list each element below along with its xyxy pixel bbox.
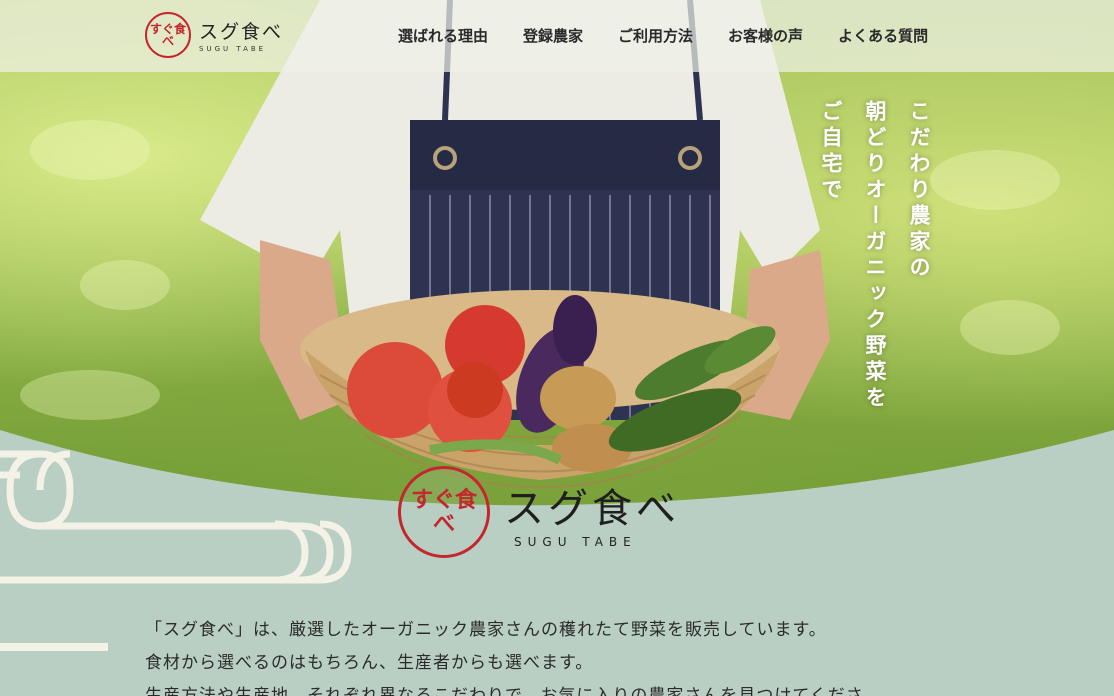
logo-seal-icon: すぐ食べ [145, 12, 191, 58]
tagline-line-2: 朝どりオーガニック野菜を [863, 100, 887, 412]
decorative-line [0, 643, 108, 651]
brand-name: スグ食べ [504, 486, 680, 532]
brand-sub: SUGU TABE [514, 535, 637, 549]
brand-seal-icon: すぐ食べ [398, 466, 490, 558]
header-logo[interactable]: すぐ食べ スグ食べ SUGU TABE [145, 12, 283, 58]
nav-faq[interactable]: よくある質問 [838, 25, 928, 46]
intro-text: 「スグ食べ」は、厳選したオーガニック農家さんの穫れたて野菜を販売しています。 食… [145, 614, 965, 696]
intro-line-3: 生産方法や生産地、それぞれ異なるこだわりで、お気に入りの農家さんを見つけてくださ [145, 686, 864, 696]
tagline-line-1: こだわり農家の [907, 100, 931, 282]
brand-logo: すぐ食べ スグ食べ SUGU TABE [398, 466, 680, 558]
tagline-line-3: ご自宅で [819, 100, 843, 204]
logo-name: スグ食べ [199, 21, 284, 43]
intro-line-1: 「スグ食べ」は、厳選したオーガニック農家さんの穫れたて野菜を販売しています。 [145, 620, 827, 640]
nav-reasons[interactable]: 選ばれる理由 [398, 25, 488, 46]
decorative-stripes [0, 450, 352, 584]
nav-customer-voices[interactable]: お客様の声 [728, 25, 803, 46]
site-header: すぐ食べ スグ食べ SUGU TABE 選ばれる理由 登録農家 ご利用方法 お客… [0, 0, 1114, 72]
hero-tagline: こだわり農家の 朝どりオーガニック野菜を ご自宅で [216, 100, 934, 412]
nav-how-to-use[interactable]: ご利用方法 [618, 25, 693, 46]
main-nav: 選ばれる理由 登録農家 ご利用方法 お客様の声 よくある質問 [398, 25, 963, 46]
intro-line-2: 食材から選べるのはもちろん、生産者からも選べます。 [145, 653, 594, 673]
logo-sub: SUGU TABE [199, 45, 267, 53]
nav-farmers[interactable]: 登録農家 [523, 25, 583, 46]
